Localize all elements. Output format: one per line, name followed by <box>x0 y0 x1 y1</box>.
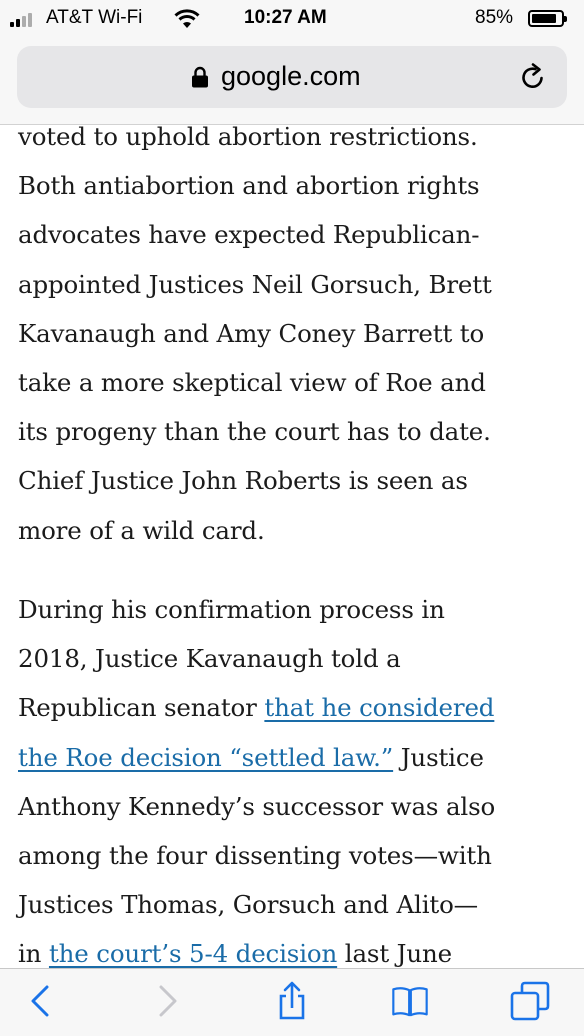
paragraph-line: Justices Thomas, Gorsuch and Alito— <box>18 890 479 920</box>
paragraph-line: 2018, Justice Kavanaugh told a <box>18 644 401 674</box>
forward-icon[interactable] <box>146 981 186 1021</box>
status-time: 10:27 AM <box>244 7 327 28</box>
paragraph-line: voted to uphold abortion restrictions. <box>18 124 478 151</box>
share-icon[interactable] <box>272 981 312 1021</box>
paragraph-line: Chief Justice John Roberts is seen as <box>18 466 468 496</box>
carrier-label: AT&T Wi-Fi <box>46 7 143 28</box>
status-bar: AT&T Wi-Fi 10:27 AM 85% <box>0 0 584 38</box>
battery-percent: 85% <box>475 7 514 28</box>
paragraph-line: advocates have expected Republican- <box>18 220 480 250</box>
article-paragraph-1: voted to uphold abortion restrictions. B… <box>18 124 568 555</box>
article-body: voted to uphold abortion restrictions. B… <box>0 124 584 968</box>
paragraph-line: Kavanaugh and Amy Coney Barrett to <box>18 318 485 348</box>
paragraph-line: Both antiabortion and abortion rights <box>18 171 480 201</box>
paragraph-line: among the four dissenting votes—with <box>18 841 492 871</box>
back-icon[interactable] <box>22 981 62 1021</box>
paragraph-line: During his confirmation process in <box>18 595 445 624</box>
paragraph-text: last June <box>337 939 452 968</box>
paragraph-line: take a more skeptical view of Roe and <box>18 368 486 398</box>
paragraph-line: more of a wild card. <box>18 515 265 545</box>
settled-law-link-continued[interactable]: the Roe decision “settled law.” <box>18 743 393 772</box>
decision-link[interactable]: the court’s 5-4 decision <box>49 939 337 968</box>
paragraph-line: its progeny than the court has to date. <box>18 417 491 447</box>
paragraph-line: Anthony Kennedy’s successor was also <box>18 791 496 821</box>
paragraph-line: appointed Justices Neil Gorsuch, Brett <box>18 269 492 299</box>
url-field[interactable]: google.com <box>17 46 567 108</box>
signal-icon <box>10 11 40 27</box>
paragraph-text: Republican senator <box>18 693 265 723</box>
settled-law-link[interactable]: that he considered <box>264 693 494 722</box>
lock-icon <box>192 66 208 88</box>
wifi-icon <box>174 9 200 28</box>
tabs-icon[interactable] <box>510 981 550 1021</box>
paragraph-text: Justice <box>393 742 484 772</box>
battery-icon <box>528 10 567 27</box>
bookmarks-icon[interactable] <box>390 981 430 1021</box>
paragraph-line: in the court’s 5-4 decision last June <box>18 929 568 968</box>
battery-level <box>532 14 556 23</box>
article-paragraph-2: During his confirmation process in 2018,… <box>18 585 568 968</box>
paragraph-text: in <box>18 939 49 968</box>
paragraph-line: the Roe decision “settled law.” Justice <box>18 733 568 782</box>
reload-icon[interactable] <box>519 63 547 91</box>
address-bar: google.com <box>0 38 584 125</box>
browser-toolbar <box>0 968 584 1036</box>
paragraph-line: Republican senator that he considered <box>18 683 568 732</box>
url-text[interactable]: google.com <box>221 61 361 92</box>
